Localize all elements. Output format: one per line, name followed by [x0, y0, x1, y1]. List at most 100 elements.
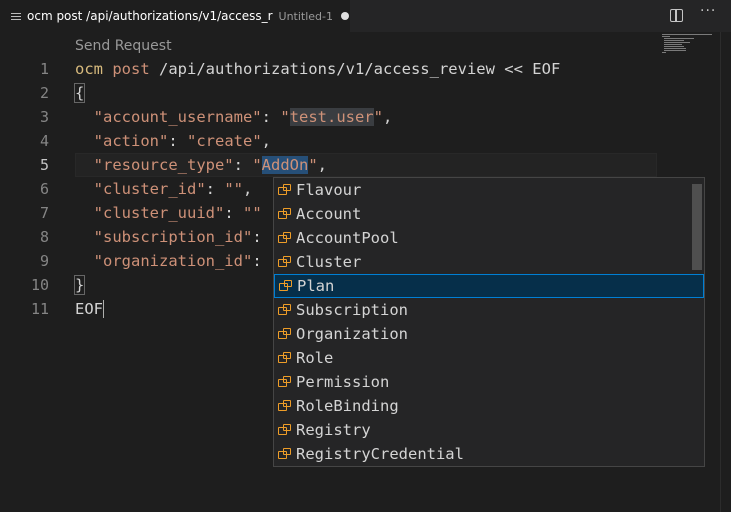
- suggestion-item[interactable]: Registry: [274, 418, 694, 442]
- minimap[interactable]: [662, 34, 720, 54]
- token: AddOn: [261, 156, 309, 174]
- tab-description: Untitled-1: [278, 9, 334, 23]
- suggestion-item-selected[interactable]: Plan: [274, 274, 704, 298]
- token: "cluster_id": [75, 180, 206, 198]
- suggestion-label: RegistryCredential: [296, 445, 464, 463]
- file-lines-icon: [11, 11, 21, 22]
- dirty-dot-icon[interactable]: [341, 12, 350, 20]
- split-editor-icon[interactable]: [670, 9, 683, 22]
- tab-bar: ocm post /api/authorizations/v1/access_r…: [0, 0, 731, 32]
- token: {: [73, 83, 86, 103]
- line-text[interactable]: "subscription_id":: [75, 225, 262, 249]
- line-text[interactable]: "action": "create",: [75, 129, 271, 153]
- line-number: 5: [39, 156, 49, 174]
- line-text[interactable]: EOF: [75, 297, 104, 321]
- line-text[interactable]: "resource_type": "AddOn",: [75, 153, 327, 177]
- token: ,: [317, 156, 328, 174]
- enum-member-icon: [278, 328, 291, 340]
- suggestion-label: Cluster: [296, 253, 362, 271]
- line-number: 7: [39, 204, 49, 222]
- token: "create": [187, 132, 262, 150]
- line-text[interactable]: "cluster_id": "",: [75, 177, 253, 201]
- suggestion-item[interactable]: RegistryCredential: [274, 442, 694, 466]
- code-line: 2 {: [0, 81, 660, 105]
- token: EOF: [75, 300, 103, 318]
- token: "cluster_uuid": [75, 204, 225, 222]
- token: /api/authorizations/v1/access_review << …: [149, 60, 561, 78]
- token: "": [224, 180, 243, 198]
- token: "resource_type": [75, 156, 234, 174]
- enum-member-icon: [279, 280, 292, 292]
- suggestion-item[interactable]: Role: [274, 346, 694, 370]
- line-text[interactable]: "organization_id":: [75, 249, 262, 273]
- enum-member-icon: [278, 376, 291, 388]
- line-number: 9: [39, 252, 49, 270]
- suggest-scrollbar-thumb[interactable]: [692, 184, 702, 270]
- code-line: 4 "action": "create",: [0, 129, 660, 153]
- code-line-current: 5 "resource_type": "AddOn",: [0, 153, 660, 177]
- token: post: [112, 60, 150, 78]
- suggestion-label: Subscription: [296, 301, 408, 319]
- suggestion-item[interactable]: Permission: [274, 370, 694, 394]
- line-text[interactable]: {: [73, 81, 86, 105]
- line-text[interactable]: "cluster_uuid": "": [75, 201, 262, 225]
- line-text[interactable]: "account_username": "test.user",: [75, 105, 392, 129]
- token: ": [252, 156, 262, 174]
- enum-member-icon: [278, 256, 291, 268]
- enum-member-icon: [278, 352, 291, 364]
- token: :: [233, 156, 253, 174]
- editor-tab[interactable]: ocm post /api/authorizations/v1/access_r…: [0, 0, 350, 32]
- token: :: [224, 204, 243, 222]
- enum-member-icon: [278, 448, 291, 460]
- token: }: [73, 275, 86, 295]
- code-line: 1 ocm post /api/authorizations/v1/access…: [0, 57, 660, 81]
- enum-member-icon: [278, 208, 291, 220]
- token: "account_username": [75, 108, 262, 126]
- token: :: [252, 252, 262, 270]
- line-number: 2: [39, 84, 49, 102]
- suggestion-label: Permission: [296, 373, 390, 391]
- text-cursor: [103, 300, 104, 318]
- token: :: [252, 228, 262, 246]
- token: ,: [261, 132, 271, 150]
- suggestion-label: Account: [296, 205, 362, 223]
- suggestion-label: Flavour: [296, 181, 362, 199]
- suggestion-item[interactable]: Subscription: [274, 298, 694, 322]
- token: ": [280, 108, 290, 126]
- line-text[interactable]: ocm post /api/authorizations/v1/access_r…: [75, 57, 560, 81]
- suggestion-label: AccountPool: [296, 229, 399, 247]
- suggestion-item[interactable]: RoleBinding: [274, 394, 694, 418]
- suggestion-item[interactable]: Account: [274, 202, 694, 226]
- token: ,: [243, 180, 253, 198]
- vertical-scrollbar[interactable]: [720, 32, 731, 512]
- suggestion-item[interactable]: AccountPool: [274, 226, 694, 250]
- line-number: 10: [30, 276, 49, 294]
- token: :: [205, 180, 225, 198]
- suggestion-label: Registry: [296, 421, 371, 439]
- tab-title: ocm post /api/authorizations/v1/access_r: [27, 9, 273, 23]
- enum-member-icon: [278, 304, 291, 316]
- suggestion-label: Organization: [296, 325, 408, 343]
- enum-member-icon: [278, 424, 291, 436]
- token: "subscription_id": [75, 228, 253, 246]
- line-number: 1: [39, 60, 49, 78]
- token: :: [261, 108, 281, 126]
- codelens-send-request[interactable]: Send Request: [75, 38, 172, 54]
- suggest-widget[interactable]: Flavour Account AccountPool Cluster Plan…: [273, 177, 705, 467]
- suggestion-item[interactable]: Cluster: [274, 250, 694, 274]
- more-actions-icon[interactable]: ···: [700, 3, 716, 19]
- token: ocm: [75, 60, 103, 78]
- suggestion-item[interactable]: Organization: [274, 322, 694, 346]
- token: "organization_id": [75, 252, 253, 270]
- line-text[interactable]: }: [73, 273, 86, 297]
- suggestion-label: RoleBinding: [296, 397, 399, 415]
- suggestion-item[interactable]: Flavour: [274, 178, 694, 202]
- suggestion-label: Role: [296, 349, 334, 367]
- enum-member-icon: [278, 184, 291, 196]
- line-number: 4: [39, 132, 49, 150]
- token: ,: [383, 108, 393, 126]
- token: test.user: [289, 108, 374, 126]
- suggestion-label: Plan: [297, 277, 335, 295]
- token: ": [308, 156, 318, 174]
- token: ": [373, 108, 383, 126]
